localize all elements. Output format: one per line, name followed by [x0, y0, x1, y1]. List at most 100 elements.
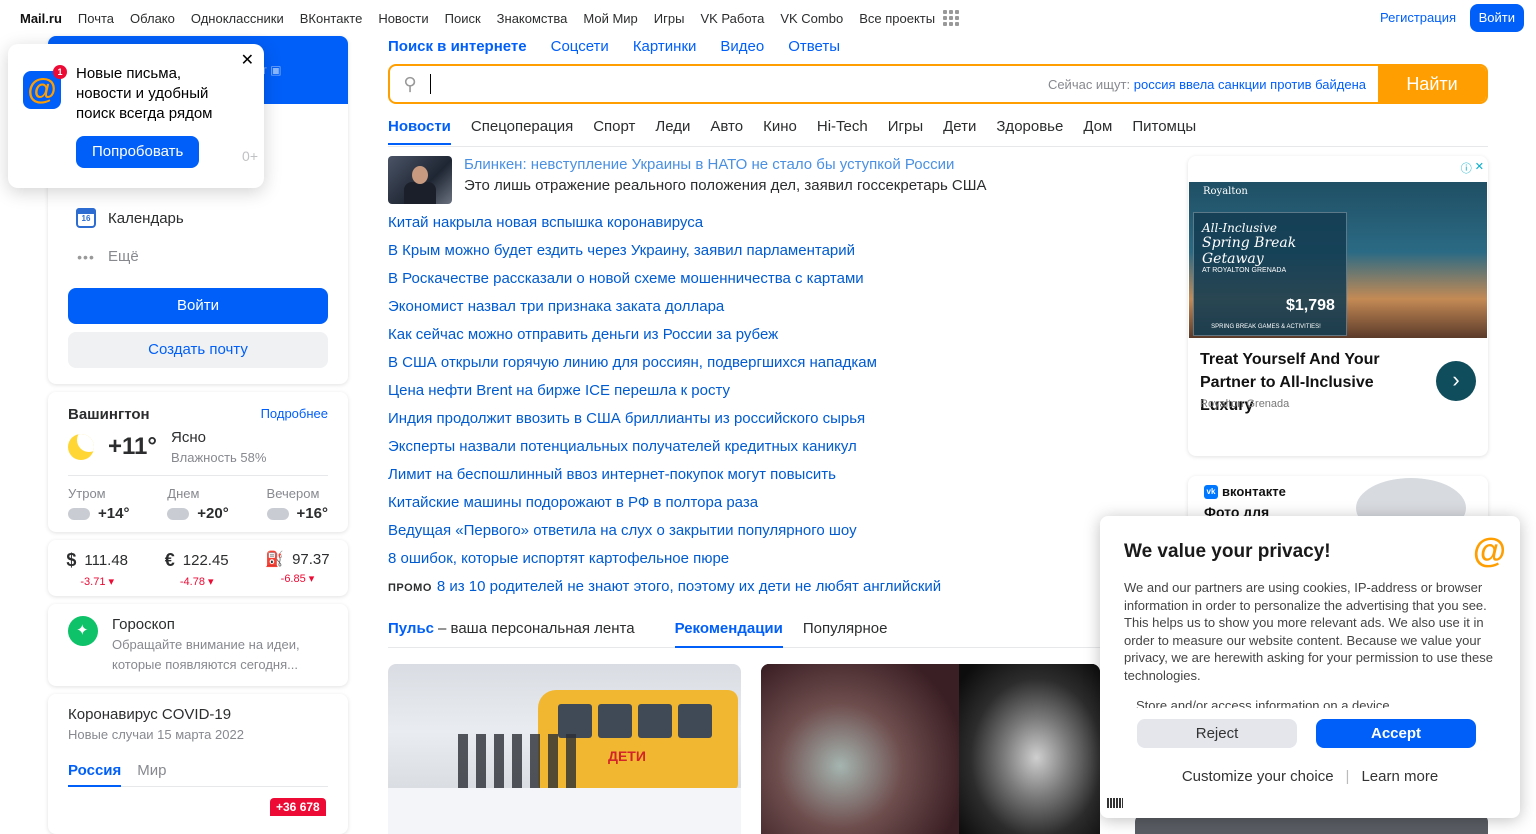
list-item[interactable]: В Крым можно будет ездить через Украину,…	[388, 240, 1168, 268]
more-link[interactable]: ••• Ещё	[76, 248, 139, 265]
nav-my-world[interactable]: Мой Мир	[583, 11, 637, 26]
news-tabs-divider	[388, 146, 1488, 147]
currency-value: 111.48	[84, 552, 129, 569]
tab-sport[interactable]: Спорт	[593, 118, 635, 145]
tab-world[interactable]: Мир	[137, 762, 166, 786]
tab-pets[interactable]: Питомцы	[1132, 118, 1196, 145]
list-item[interactable]: Экономист назвал три признака заката дол…	[388, 296, 1168, 324]
currency-oil[interactable]: ⛽ 97.37 -6.85 ▾	[265, 550, 329, 596]
tab-home[interactable]: Дом	[1083, 118, 1112, 145]
tab-web-search[interactable]: Поиск в интернете	[388, 38, 527, 55]
weather-widget[interactable]: Вашингтон Подробнее +11° Ясно Влажность …	[48, 392, 348, 532]
accept-button[interactable]: Accept	[1316, 719, 1476, 748]
nav-mail[interactable]: Почта	[78, 11, 114, 26]
weather-more-link[interactable]: Подробнее	[261, 406, 328, 421]
oil-pump-icon: ⛽	[265, 551, 285, 568]
currency-eur[interactable]: €122.45 -4.78 ▾	[165, 550, 229, 596]
find-button[interactable]: Найти	[1378, 66, 1486, 102]
calendar-icon: 16	[76, 208, 96, 228]
apps-grid-icon[interactable]	[943, 10, 960, 26]
promo-item[interactable]: ПРОМО 8 из 10 родителей не знают этого, п…	[388, 576, 1168, 604]
tab-russia[interactable]: Россия	[68, 762, 122, 787]
register-link[interactable]: Регистрация	[1380, 10, 1456, 25]
customize-choice-link[interactable]: Customize your choice	[1182, 768, 1334, 785]
list-item[interactable]: Китайские машины подорожают в РФ в полто…	[388, 492, 1168, 520]
lead-news-item[interactable]: Блинкен: невступление Украины в НАТО не …	[388, 156, 987, 204]
search-input[interactable]	[431, 66, 1048, 102]
covid-subtitle: Новые случаи 15 марта 2022	[68, 727, 244, 742]
tab-images[interactable]: Картинки	[633, 38, 697, 55]
ad-banner[interactable]: ⓘ ✕ Royalton All-Inclusive Spring Break G…	[1188, 156, 1488, 456]
horoscope-icon	[68, 616, 98, 646]
close-icon[interactable]: ✕	[241, 50, 254, 70]
ad-arrow-button[interactable]: ›	[1436, 361, 1476, 401]
try-button[interactable]: Попробовать	[76, 136, 200, 168]
tab-kids[interactable]: Дети	[943, 118, 976, 145]
tab-lady[interactable]: Леди	[655, 118, 690, 145]
nav-news[interactable]: Новости	[378, 11, 428, 26]
tab-recommendations[interactable]: Рекомендации	[674, 620, 783, 648]
ad-brand: Royalton	[1203, 186, 1248, 197]
trending-query[interactable]: россия ввела санкции против байдена	[1134, 77, 1366, 92]
nav-all-projects[interactable]: Все проекты	[859, 11, 935, 26]
reject-button[interactable]: Reject	[1137, 719, 1297, 748]
nav-search[interactable]: Поиск	[445, 11, 481, 26]
tab-games[interactable]: Игры	[888, 118, 923, 145]
feed-card-image-bus[interactable]: ДЕТИ	[388, 664, 741, 834]
list-item[interactable]: Как сейчас можно отправить деньги из Рос…	[388, 324, 1168, 352]
pulse-link[interactable]: Пульс	[388, 620, 434, 647]
ad-choices[interactable]: ⓘ ✕	[1461, 160, 1484, 176]
tab-answers[interactable]: Ответы	[788, 38, 840, 55]
horoscope-widget[interactable]: Гороскоп Обращайте внимание на идеи, кот…	[48, 604, 348, 686]
tab-news[interactable]: Новости	[388, 118, 451, 145]
nav-dating[interactable]: Знакомства	[497, 11, 568, 26]
login-button[interactable]: Войти	[68, 288, 328, 324]
list-item[interactable]: Индия продолжит ввозить в США бриллианты…	[388, 408, 1168, 436]
calendar-link[interactable]: 16 Календарь	[76, 208, 184, 228]
tab-health[interactable]: Здоровье	[996, 118, 1063, 145]
tab-video[interactable]: Видео	[720, 38, 764, 55]
tab-hitech[interactable]: Hi-Tech	[817, 118, 868, 145]
nav-cloud[interactable]: Облако	[130, 11, 175, 26]
list-item[interactable]: Цена нефти Brent на бирже ICE перешла к …	[388, 380, 1168, 408]
nav-odnoklassniki[interactable]: Одноклассники	[191, 11, 284, 26]
currency-widget[interactable]: $111.48 -3.71 ▾ €122.45 -4.78 ▾ ⛽ 97.37 -…	[48, 540, 348, 596]
nav-vk-combo[interactable]: VK Combo	[780, 11, 843, 26]
list-item[interactable]: В США открыли горячую линию для россиян,…	[388, 352, 1168, 380]
tab-cinema[interactable]: Кино	[763, 118, 797, 145]
nav-vk-jobs[interactable]: VK Работа	[700, 11, 764, 26]
info-icon[interactable]: ⓘ	[1461, 160, 1472, 176]
mailru-logo[interactable]: Mail.ru	[20, 11, 62, 26]
horoscope-text: Обращайте внимание на идеи, которые появ…	[112, 637, 300, 672]
list-item[interactable]: 8 ошибок, которые испортят картофельное …	[388, 548, 1168, 576]
tab-popular[interactable]: Популярное	[803, 620, 888, 647]
list-item[interactable]: Лимит на беспошлинный ввоз интернет-поку…	[388, 464, 1168, 492]
link-separator: |	[1345, 768, 1350, 785]
list-item[interactable]: Эксперты назвали потенциальных получател…	[388, 436, 1168, 464]
lead-news-thumbnail[interactable]	[388, 156, 452, 204]
tab-social[interactable]: Соцсети	[551, 38, 609, 55]
learn-more-link[interactable]: Learn more	[1361, 768, 1438, 785]
forecast-temp: +14°	[98, 505, 130, 522]
list-item[interactable]: В Роскачестве рассказали о новой схеме м…	[388, 268, 1168, 296]
tab-auto[interactable]: Авто	[710, 118, 743, 145]
lead-news-headline[interactable]: Блинкен: невступление Украины в НАТО не …	[464, 156, 954, 173]
nav-games[interactable]: Игры	[654, 11, 685, 26]
create-mail-button[interactable]: Создать почту	[68, 332, 328, 368]
covid-cases-badge: +36 678	[270, 798, 326, 816]
currency-usd[interactable]: $111.48 -3.71 ▾	[66, 550, 128, 596]
trending-label: Сейчас ищут:	[1047, 76, 1131, 92]
close-ad-icon[interactable]: ✕	[1475, 160, 1484, 176]
news-category-tabs: Новости Спецоперация Спорт Леди Авто Кин…	[388, 118, 1488, 145]
currency-value: 97.37	[292, 550, 330, 568]
nav-vkontakte[interactable]: ВКонтакте	[300, 11, 363, 26]
ad-panel-line1: All-Inclusive	[1202, 221, 1278, 235]
dollar-icon: $	[66, 550, 77, 570]
feed-card-image-brain[interactable]	[761, 664, 1100, 834]
list-item[interactable]: Ведущая «Первого» ответила на слух о зак…	[388, 520, 1168, 548]
list-item[interactable]: Китай накрыла новая вспышка коронавируса	[388, 212, 1168, 240]
tab-special-operation[interactable]: Спецоперация	[471, 118, 573, 145]
ad-image[interactable]: Royalton All-Inclusive Spring Break Geta…	[1189, 182, 1487, 338]
promo-text[interactable]: 8 из 10 родителей не знают этого, поэтом…	[437, 578, 941, 595]
top-login-button[interactable]: Войти	[1469, 4, 1524, 32]
